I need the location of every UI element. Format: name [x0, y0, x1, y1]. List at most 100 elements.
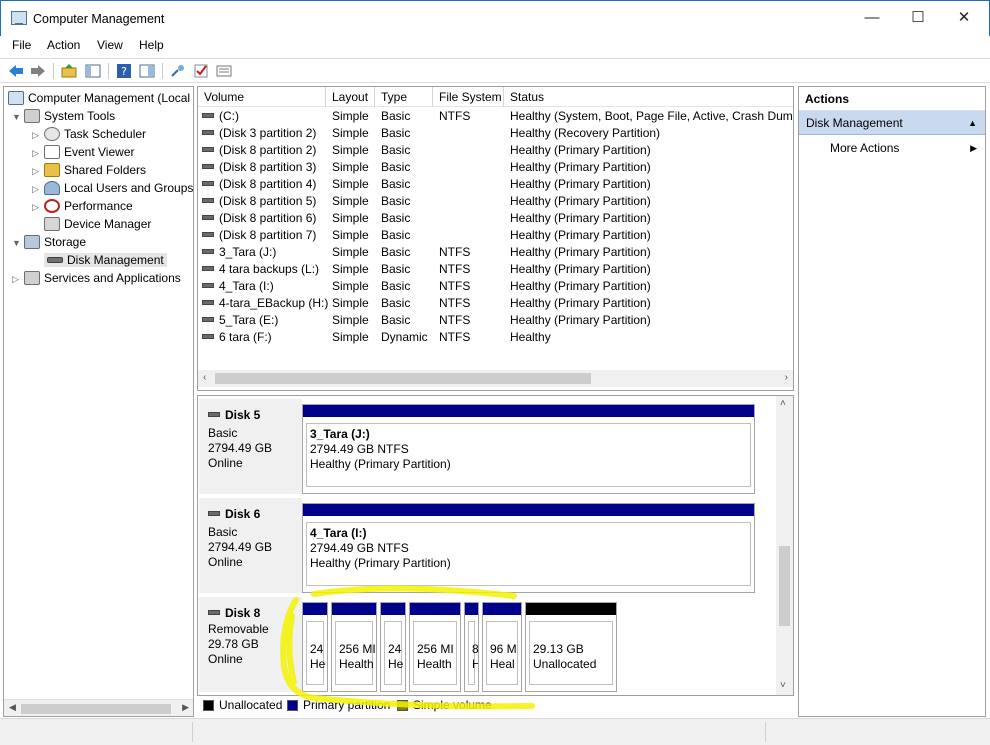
disk-6-partition[interactable]: 4_Tara (I:) 2794.49 GB NTFS Healthy (Pri…: [302, 503, 755, 593]
table-row[interactable]: (Disk 3 partition 2) Simple Basic Healthy (…: [198, 125, 793, 142]
table-row[interactable]: 4-tara_EBackup (H:) Simple Basic NTFS Health…: [198, 295, 793, 312]
actions-section-disk-management[interactable]: Disk Management ▲: [799, 111, 985, 135]
up-folder-icon[interactable]: [61, 63, 77, 79]
more-actions-item[interactable]: More Actions ▶: [830, 139, 985, 157]
volume-horizontal-scrollbar[interactable]: ‹ ›: [198, 370, 793, 387]
column-header-status[interactable]: Status: [504, 87, 793, 107]
tree-storage[interactable]: ▼ Storage: [12, 233, 86, 251]
partition-size: 2794.49 GB NTFS: [310, 541, 409, 555]
partition-size: 29.13 GB: [533, 642, 584, 656]
tree-task-scheduler[interactable]: ▷ Task Scheduler: [32, 125, 146, 143]
cell-layout: Simple: [332, 295, 369, 312]
list-view-icon[interactable]: [216, 63, 232, 79]
cell-type: Basic: [381, 176, 410, 193]
forward-arrow-icon[interactable]: [30, 63, 46, 79]
collapse-triangle-icon[interactable]: ▲: [968, 111, 977, 135]
scrollbar-thumb[interactable]: [779, 546, 790, 626]
help-icon[interactable]: ?: [116, 63, 132, 79]
collapse-chevron-icon[interactable]: ▼: [12, 234, 24, 252]
table-row[interactable]: (Disk 8 partition 2) Simple Basic Healthy (…: [198, 142, 793, 159]
disk-5-partition[interactable]: 3_Tara (J:) 2794.49 GB NTFS Healthy (Pri…: [302, 404, 755, 494]
maximize-button[interactable]: ☐: [895, 1, 941, 35]
tree-local-users[interactable]: ▷ Local Users and Groups: [32, 179, 193, 197]
cell-text: NTFS: [439, 279, 471, 293]
tree-event-viewer[interactable]: ▷ Event Viewer: [32, 143, 134, 161]
scroll-down-arrow-icon[interactable]: ˅: [780, 680, 786, 691]
cell-text: Simple: [332, 330, 369, 344]
table-row[interactable]: 4 tara backups (L:) Simple Basic NTFS Health…: [198, 261, 793, 278]
tree-horizontal-scrollbar[interactable]: ◀ ▶: [4, 699, 193, 716]
expand-chevron-icon[interactable]: ▷: [32, 144, 44, 162]
tree-root[interactable]: Computer Management (Local: [8, 89, 190, 107]
cell-text: Healthy (Primary Partition): [510, 245, 651, 259]
table-row[interactable]: 3_Tara (J:) Simple Basic NTFS Healthy (Prima…: [198, 244, 793, 261]
column-header-type[interactable]: Type: [375, 87, 433, 107]
volume-drive-icon: [202, 317, 214, 322]
table-row[interactable]: (Disk 8 partition 7) Simple Basic Healthy (…: [198, 227, 793, 244]
connect-icon[interactable]: [170, 63, 186, 79]
cell-text: NTFS: [439, 245, 471, 259]
tree-services[interactable]: ▷ Services and Applications: [12, 269, 181, 287]
menu-view[interactable]: View: [97, 38, 123, 52]
show-hide-tree-icon[interactable]: [85, 63, 101, 79]
column-header-file-system[interactable]: File System: [433, 87, 504, 107]
cell-text: 3_Tara (J:): [219, 245, 277, 259]
checklist-icon[interactable]: [193, 63, 209, 79]
disk-8-partition[interactable]: 29.13 GB Unallocated: [525, 602, 617, 692]
disk-6-info[interactable]: Disk 6 Basic 2794.49 GB Online: [199, 498, 302, 594]
tree-disk-management[interactable]: Disk Management: [44, 251, 167, 269]
expand-chevron-icon[interactable]: ▷: [32, 162, 44, 180]
scrollbar-thumb[interactable]: [21, 704, 171, 714]
table-row[interactable]: (Disk 8 partition 5) Simple Basic Healthy (…: [198, 193, 793, 210]
expand-chevron-icon[interactable]: ▷: [32, 126, 44, 144]
tree-system-tools[interactable]: ▼ System Tools: [12, 107, 115, 125]
table-row[interactable]: (C:) Simple Basic NTFS Healthy (System, Boot…: [198, 108, 793, 125]
scrollbar-thumb[interactable]: [215, 373, 591, 384]
cell-text: Basic: [381, 109, 411, 123]
cell-status: Healthy (Primary Partition): [510, 244, 651, 261]
column-header-layout[interactable]: Layout: [326, 87, 375, 107]
menu-help[interactable]: Help: [139, 38, 164, 52]
close-button[interactable]: ✕: [941, 1, 987, 35]
table-row[interactable]: (Disk 8 partition 4) Simple Basic Healthy (…: [198, 176, 793, 193]
volume-drive-icon: [202, 334, 214, 339]
table-row[interactable]: 5_Tara (E:) Simple Basic NTFS Healthy (Prima…: [198, 312, 793, 329]
scroll-up-arrow-icon[interactable]: ˄: [780, 398, 786, 409]
disk-5-type: Basic: [208, 426, 238, 440]
minimize-button[interactable]: —: [849, 1, 895, 35]
disk-5-info[interactable]: Disk 5 Basic 2794.49 GB Online: [199, 399, 302, 495]
scroll-right-arrow-icon[interactable]: ›: [785, 372, 788, 383]
column-header-volume[interactable]: Volume: [198, 87, 326, 107]
primary-partition-bar: [303, 504, 754, 516]
cell-status: Healthy (Primary Partition): [510, 227, 651, 244]
cell-layout: Simple: [332, 193, 369, 210]
expand-chevron-icon[interactable]: ▷: [12, 270, 24, 288]
tree-shared-folders[interactable]: ▷ Shared Folders: [32, 161, 146, 179]
collapse-chevron-icon[interactable]: ▼: [12, 108, 24, 126]
tree-device-manager[interactable]: Device Manager: [44, 215, 151, 233]
menu-action[interactable]: Action: [47, 38, 80, 52]
storage-icon: [24, 235, 40, 249]
table-row[interactable]: (Disk 8 partition 3) Simple Basic Healthy (…: [198, 159, 793, 176]
expand-chevron-icon[interactable]: ▷: [32, 180, 44, 198]
cell-text: (Disk 8 partition 4): [219, 177, 317, 191]
cell-status: Healthy (Primary Partition): [510, 176, 651, 193]
disk-8-size: 29.78 GB: [208, 637, 259, 651]
disk-6-state: Online: [208, 555, 243, 569]
cell-text: Simple: [332, 177, 369, 191]
menu-file[interactable]: File: [12, 38, 31, 52]
properties-icon[interactable]: [139, 63, 155, 79]
volume-drive-icon: [202, 181, 214, 186]
table-row[interactable]: (Disk 8 partition 6) Simple Basic Healthy (…: [198, 210, 793, 227]
back-arrow-icon[interactable]: [8, 63, 24, 79]
scroll-right-arrow-icon[interactable]: ▶: [182, 702, 189, 713]
tree-performance[interactable]: ▷ Performance: [32, 197, 133, 215]
scroll-left-arrow-icon[interactable]: ‹: [203, 372, 206, 383]
cell-text: Simple: [332, 296, 369, 310]
scroll-left-arrow-icon[interactable]: ◀: [9, 702, 16, 713]
table-row[interactable]: 4_Tara (I:) Simple Basic NTFS Healthy (Prima…: [198, 278, 793, 295]
disk-view-vertical-scrollbar[interactable]: ˄ ˅: [776, 396, 793, 695]
expand-chevron-icon[interactable]: ▷: [32, 198, 44, 216]
cell-text: Simple: [332, 143, 369, 157]
table-row[interactable]: 6 tara (F:) Simple Dynamic NTFS Healthy: [198, 329, 793, 346]
